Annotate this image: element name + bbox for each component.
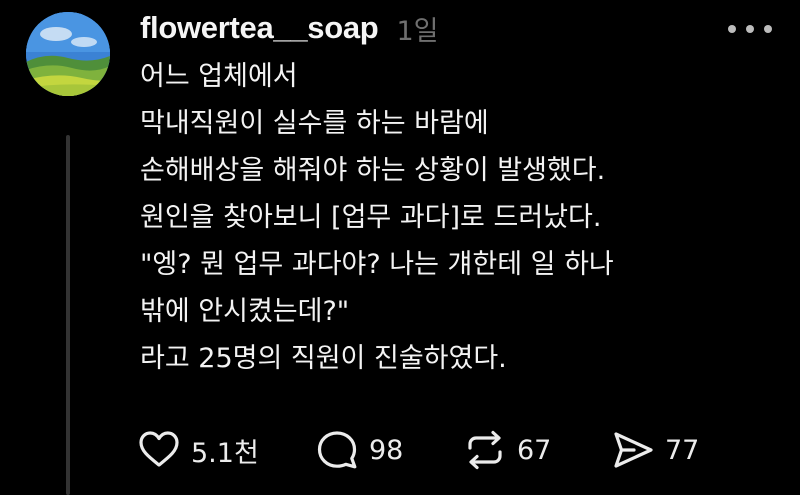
- more-dots-icon[interactable]: [728, 22, 772, 36]
- share-count: 77: [665, 434, 700, 466]
- post-time: 1일: [396, 15, 439, 47]
- heart-icon: [139, 431, 179, 467]
- like-button[interactable]: 5.1천: [136, 426, 259, 474]
- post-line: 막내직원이 실수를 하는 바람에: [140, 108, 489, 139]
- repost-button[interactable]: 67: [462, 426, 551, 474]
- comment-button[interactable]: 98: [314, 426, 403, 474]
- comment-bubble-icon: [317, 431, 357, 469]
- post-line: 어느 업체에서: [140, 61, 298, 92]
- like-count: 5.1천: [191, 437, 259, 469]
- post-line: 손해배상을 해줘야 하는 상황이 발생했다.: [140, 155, 606, 186]
- repost-icon: [468, 430, 502, 470]
- send-icon: [614, 432, 653, 468]
- comment-count: 98: [369, 434, 404, 466]
- share-button[interactable]: 77: [610, 426, 699, 474]
- post-line: 원인을 찾아보니 [업무 과다]로 드러났다.: [140, 202, 602, 233]
- post-header: flowertea__soap 1일: [140, 6, 438, 50]
- post-line: "엥? 뭔 업무 과다야? 나는 걔한테 일 하나: [140, 249, 614, 280]
- post-text: 어느 업체에서 막내직원이 실수를 하는 바람에 손해배상을 해줘야 하는 상황…: [140, 53, 790, 382]
- action-bar: 5.1천 98 67 77: [136, 426, 736, 474]
- avatar[interactable]: [26, 12, 110, 96]
- repost-count: 67: [517, 434, 552, 466]
- more-dot: [764, 25, 772, 33]
- more-dot: [746, 25, 754, 33]
- thread-line: [66, 135, 70, 495]
- username[interactable]: flowertea__soap: [140, 10, 379, 46]
- more-dot: [728, 25, 736, 33]
- avatar-landscape-image: [26, 12, 110, 96]
- post-line: 밖에 안시켰는데?": [140, 296, 350, 327]
- post-line: 라고 25명의 직원이 진술하였다.: [140, 343, 507, 374]
